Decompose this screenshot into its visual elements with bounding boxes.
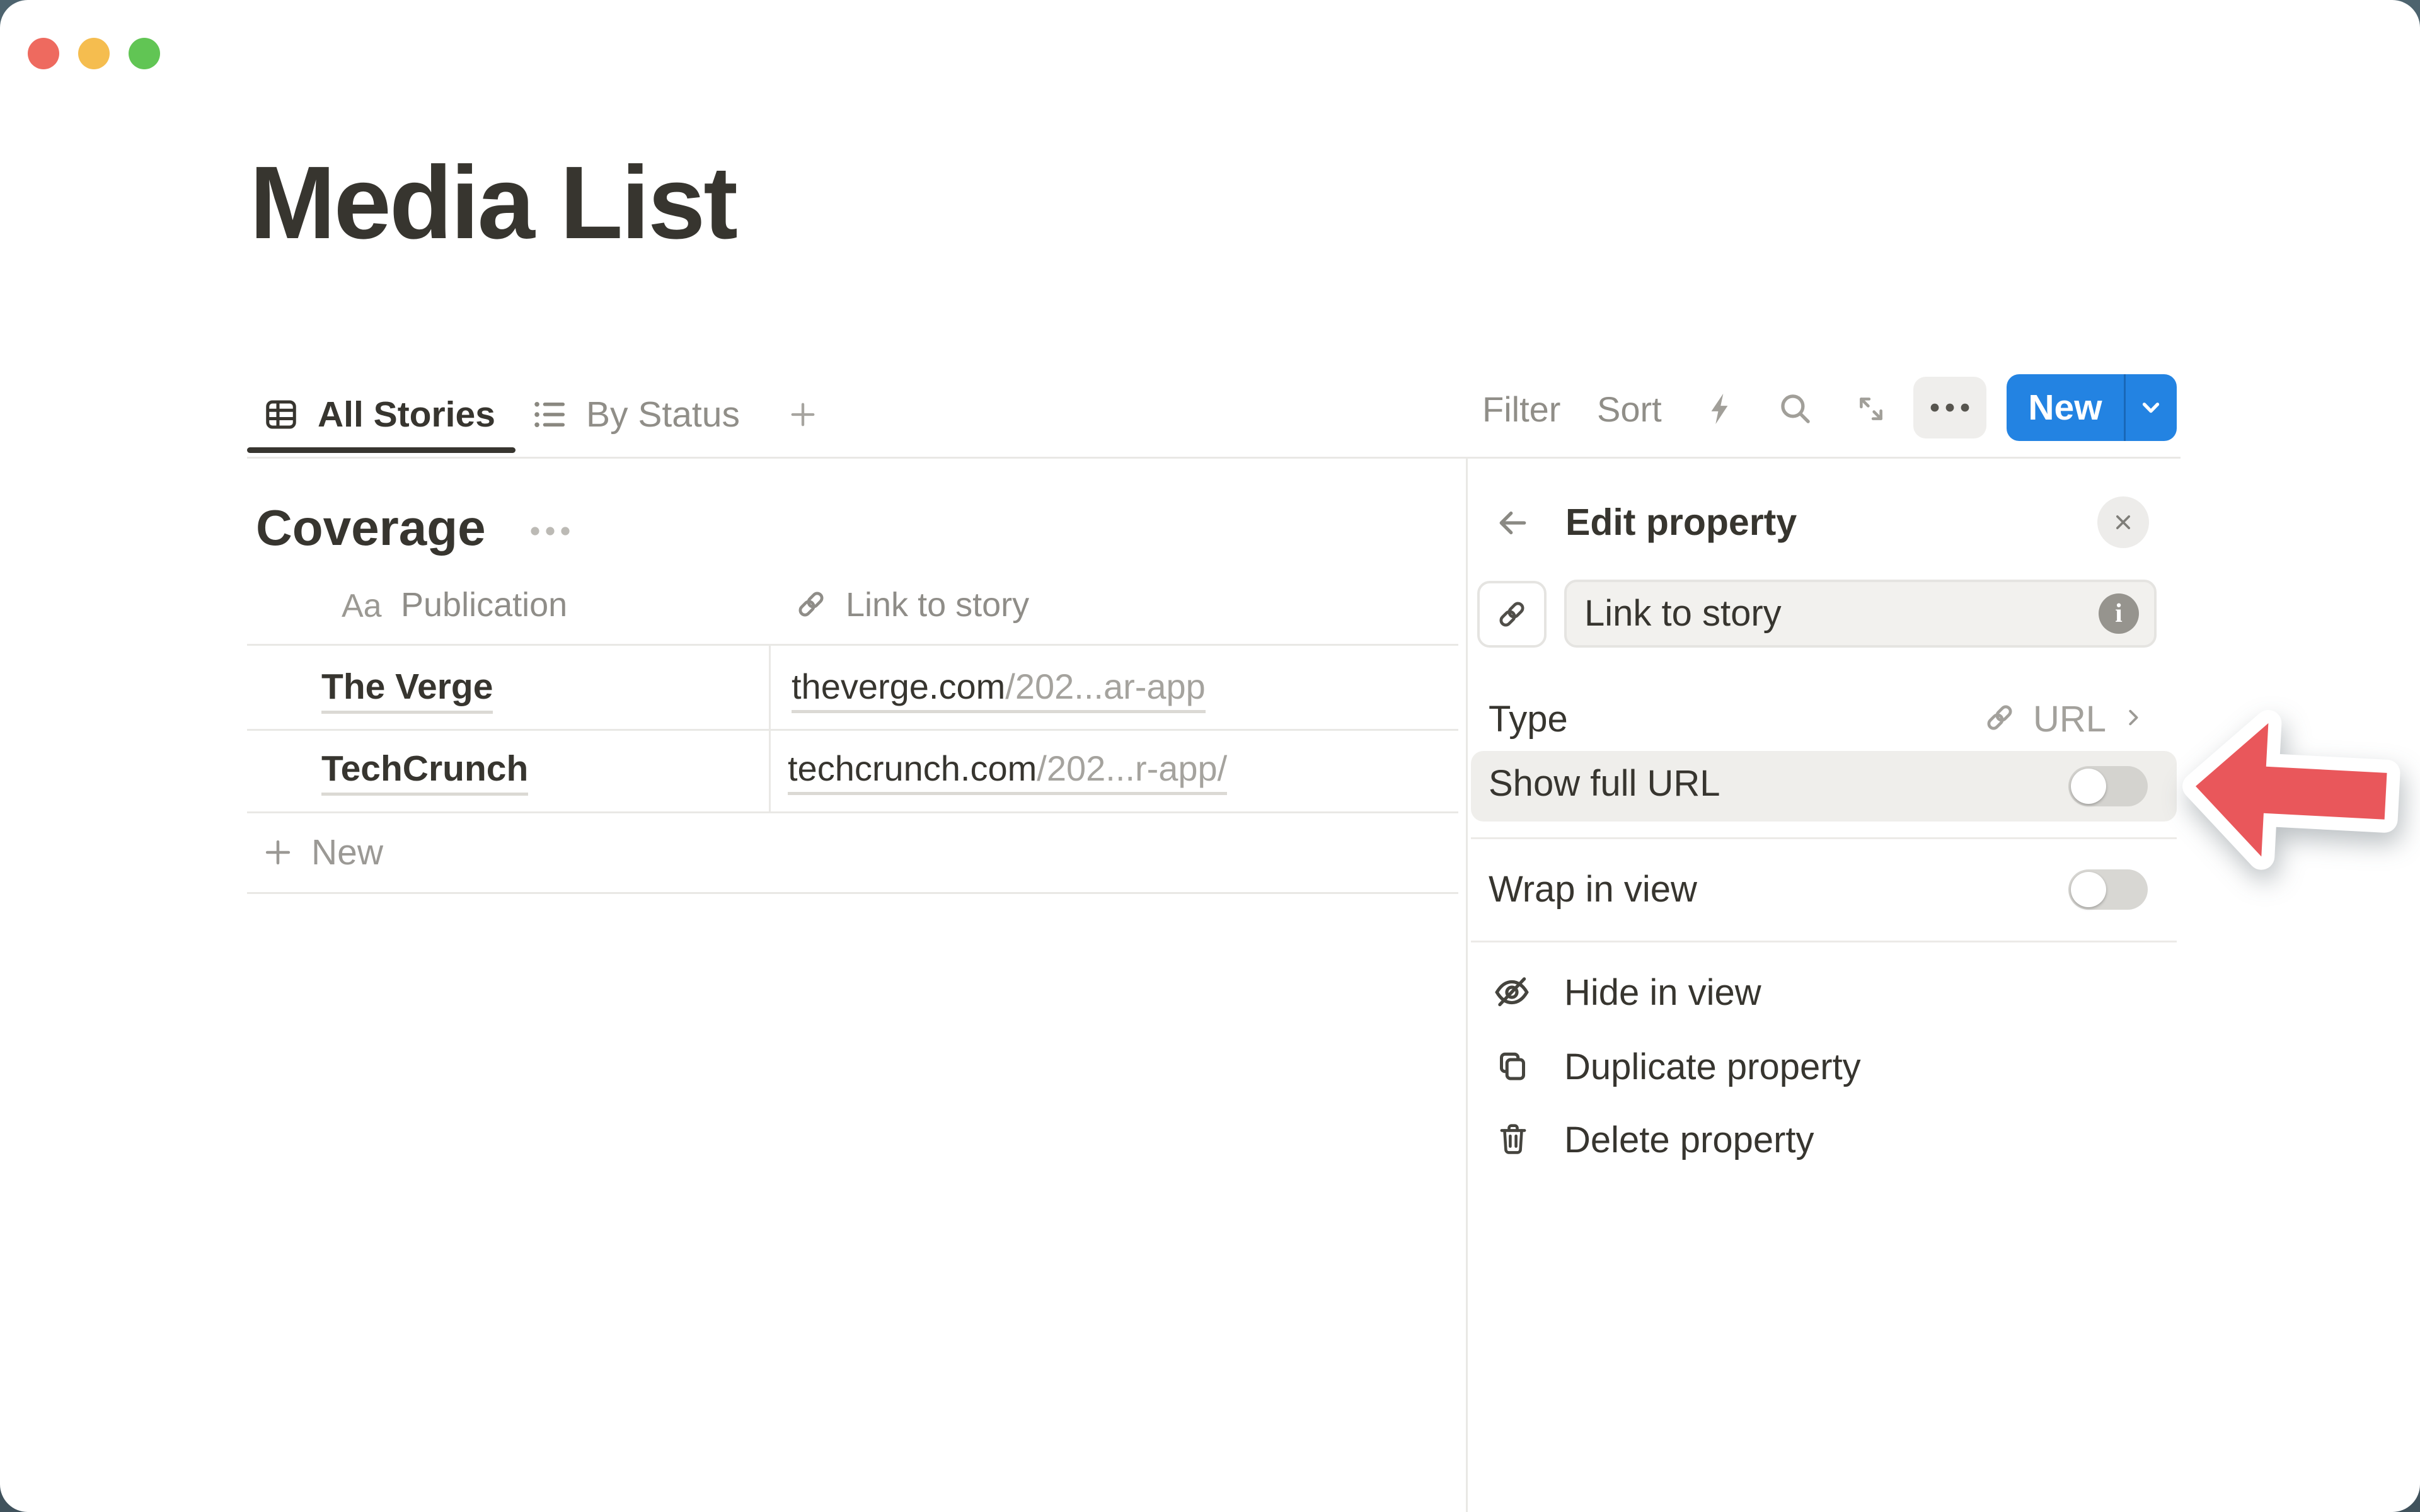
eye-off-icon [1492, 973, 1531, 1012]
toggle-knob [2071, 769, 2106, 804]
close-icon [2111, 510, 2135, 534]
minimize-window-button[interactable] [78, 38, 110, 69]
back-arrow-icon[interactable] [1495, 505, 1530, 541]
table-row-title[interactable]: TechCrunch [321, 748, 528, 789]
more-options-button[interactable] [1913, 377, 1986, 438]
chevron-down-icon[interactable] [2138, 394, 2164, 421]
table-border [247, 644, 1458, 646]
text-type-icon: Aa [342, 587, 382, 625]
table-border [247, 892, 1458, 894]
annotation-arrow-left-icon [2158, 678, 2420, 895]
column-divider [769, 644, 771, 811]
table-view-icon [262, 396, 300, 433]
panel-section-divider [1471, 837, 2177, 839]
table-row-url[interactable]: theverge.com/202...ar-app [792, 667, 1206, 707]
lightning-icon[interactable] [1703, 391, 1739, 427]
show-full-url-toggle[interactable] [2068, 766, 2148, 806]
column-header-publication[interactable]: Publication [401, 585, 567, 625]
info-badge[interactable]: i [2099, 593, 2139, 634]
expand-icon[interactable] [1855, 393, 1887, 425]
type-value: URL [2033, 701, 2106, 738]
group-title[interactable]: Coverage [256, 499, 486, 557]
link-icon [794, 587, 828, 621]
wrap-in-view-label: Wrap in view [1489, 871, 1697, 908]
chevron-right-icon [2121, 706, 2145, 730]
menu-item-label: Delete property [1564, 1121, 1814, 1159]
type-label: Type [1489, 701, 1568, 738]
panel-title: Edit property [1565, 501, 1797, 543]
trash-icon [1495, 1120, 1531, 1157]
show-full-url-label: Show full URL [1489, 765, 1720, 803]
more-icon [1928, 400, 1971, 415]
wrap-in-view-toggle[interactable] [2068, 869, 2148, 910]
plus-icon [261, 835, 295, 869]
screenshot-root: Media List All Stories By Status Filter … [0, 0, 2420, 1512]
link-icon [1983, 701, 2017, 735]
new-button-group: New [2007, 374, 2177, 441]
link-icon [1495, 597, 1529, 631]
type-value-button[interactable]: URL [1983, 690, 2177, 748]
panel-section-divider [1471, 941, 2177, 942]
filter-button[interactable]: Filter [1482, 388, 1560, 431]
menu-item-label: Duplicate property [1564, 1048, 1861, 1086]
toolbar-divider [247, 457, 2181, 459]
tab-by-status[interactable]: By Status [586, 393, 740, 436]
group-more-icon[interactable] [529, 525, 575, 537]
info-icon: i [2099, 600, 2139, 627]
list-view-icon [531, 396, 568, 433]
close-window-button[interactable] [28, 38, 59, 69]
search-icon[interactable] [1777, 391, 1814, 427]
new-row-button[interactable]: New [311, 832, 383, 873]
close-panel-button[interactable] [2097, 496, 2149, 548]
active-tab-underline [247, 447, 516, 453]
property-icon-button[interactable] [1477, 581, 1547, 648]
property-name-input[interactable]: Link to story i [1564, 580, 2157, 648]
zoom-window-button[interactable] [129, 38, 160, 69]
table-border [247, 729, 1458, 731]
menu-item-hide-in-view[interactable]: Hide in view [1471, 965, 2177, 1021]
new-button-separator [2124, 374, 2126, 441]
duplicate-icon [1494, 1047, 1531, 1085]
property-name-value: Link to story [1584, 595, 1782, 633]
sort-button[interactable]: Sort [1597, 388, 1662, 431]
menu-item-delete-property[interactable]: Delete property [1471, 1111, 2177, 1167]
table-row-title[interactable]: The Verge [321, 667, 493, 707]
tab-all-stories[interactable]: All Stories [318, 393, 495, 436]
table-border [247, 811, 1458, 813]
app-window: Media List All Stories By Status Filter … [0, 0, 2420, 1512]
panel-divider [1466, 457, 1468, 1512]
toggle-knob [2071, 872, 2106, 907]
page-title[interactable]: Media List [250, 146, 736, 260]
column-header-link[interactable]: Link to story [846, 585, 1029, 625]
menu-item-duplicate-property[interactable]: Duplicate property [1471, 1038, 2177, 1094]
table-row-url[interactable]: techcrunch.com/202...r-app/ [788, 748, 1227, 789]
add-view-plus-icon[interactable] [786, 398, 819, 431]
new-button[interactable]: New [2007, 386, 2124, 429]
menu-item-label: Hide in view [1564, 974, 1761, 1012]
